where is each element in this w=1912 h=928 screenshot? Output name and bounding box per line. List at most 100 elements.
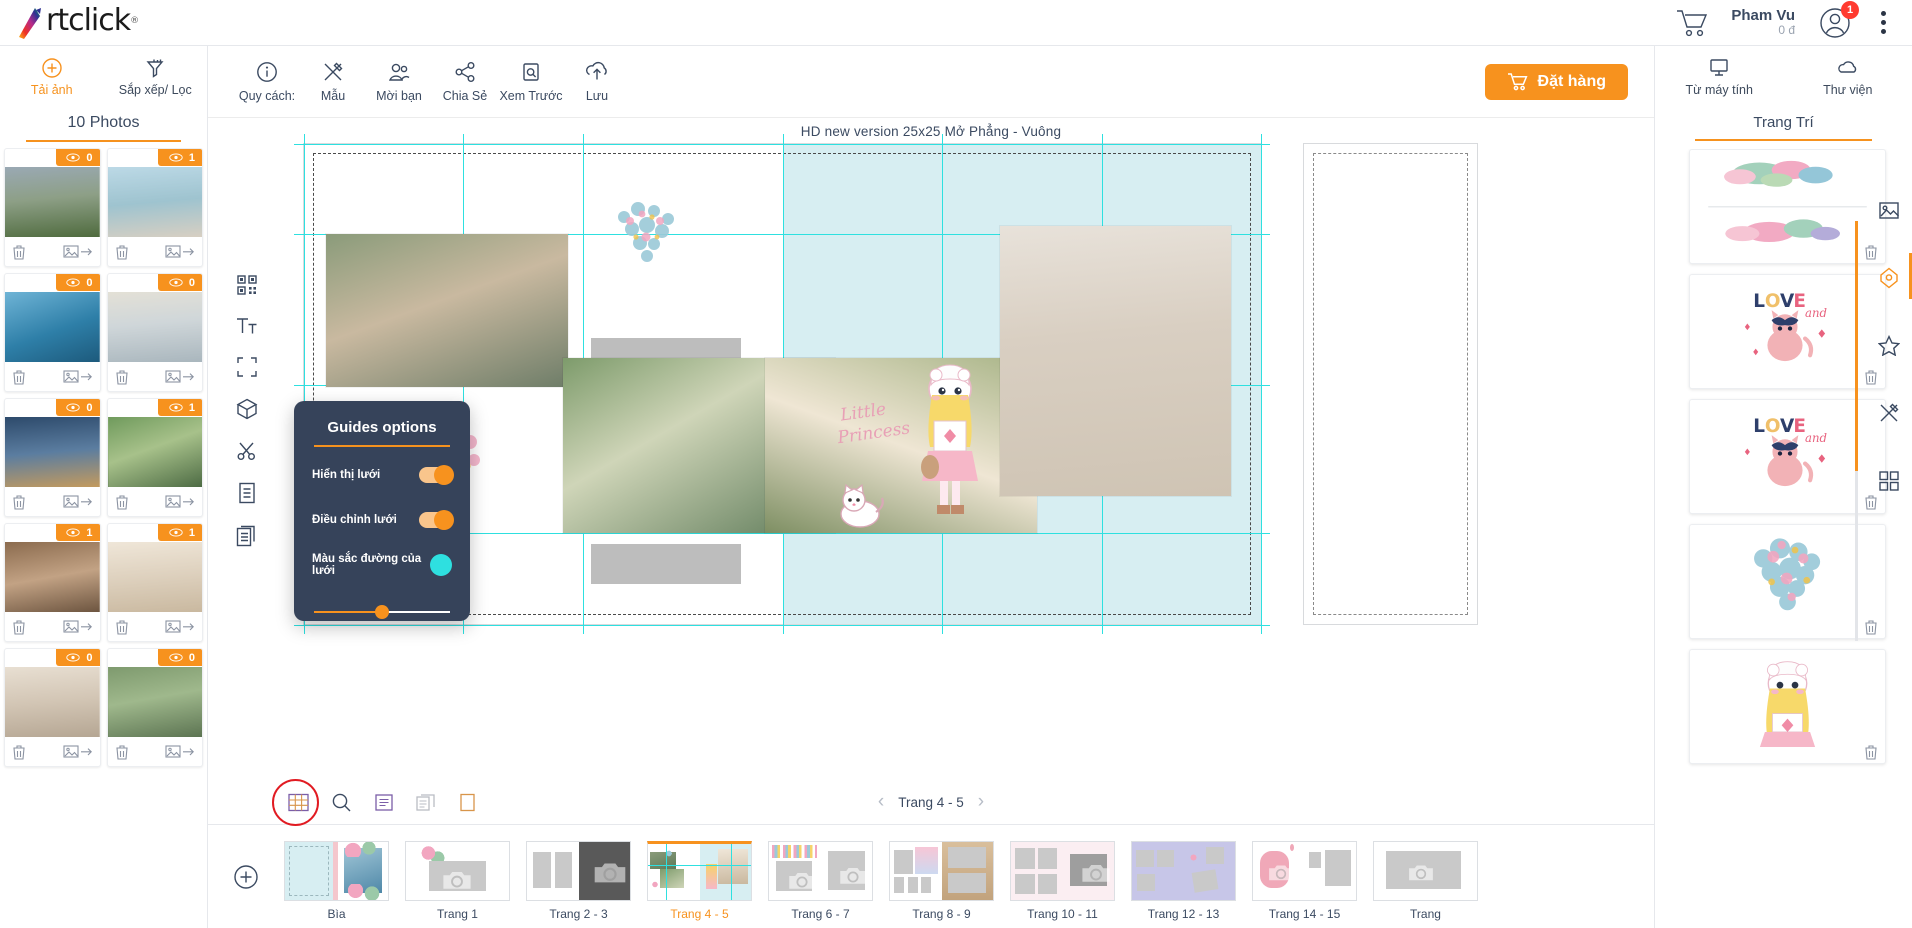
filmstrip-page[interactable]: Trang 6 - 7 [768, 840, 873, 921]
decoration-preview[interactable]: L O V Eand [1696, 405, 1879, 497]
place-photo-button[interactable] [62, 745, 93, 759]
preview-button[interactable]: Xem Trước [498, 60, 564, 103]
place-photo-button[interactable] [62, 370, 93, 384]
delete-photo-button[interactable] [12, 369, 26, 385]
avatar[interactable]: 1 [1817, 0, 1859, 41]
brand-logo[interactable]: rtclick® [0, 5, 139, 40]
photo-card[interactable]: 1 [106, 148, 203, 267]
place-photo-button[interactable] [62, 620, 93, 634]
photo-thumbnail[interactable] [5, 292, 100, 362]
delete-photo-button[interactable] [115, 369, 129, 385]
spread-photo[interactable] [1000, 226, 1231, 496]
photo-thumbnail[interactable] [5, 417, 100, 487]
from-computer-button[interactable]: Từ máy tính [1655, 57, 1784, 97]
guides-options-panel[interactable]: Guides options Hiển thị lưới Điều chỉnh … [294, 401, 470, 621]
photo-thumbnail[interactable] [5, 167, 100, 237]
photo-thumbnail[interactable] [5, 667, 100, 737]
doll-girl-sticker[interactable] [914, 359, 986, 529]
grid-color-swatch[interactable] [430, 553, 452, 576]
filmstrip-thumbnail[interactable] [647, 840, 752, 901]
template-button[interactable]: Mẫu [300, 60, 366, 103]
zoom-icon[interactable] [331, 792, 352, 813]
place-photo-button[interactable] [62, 495, 93, 509]
blank-page-icon[interactable] [459, 792, 476, 813]
canvas-stage[interactable]: Little Princess Guides options Hiển thị … [208, 134, 1654, 826]
spec-button[interactable]: Quy cách: [234, 60, 300, 103]
place-photo-button[interactable] [62, 245, 93, 259]
place-photo-button[interactable] [165, 495, 195, 509]
photo-card[interactable]: 1 [4, 523, 101, 642]
filmstrip-scroller[interactable]: Bìa Trang 1 Trang 2 - 3 Trang 4 - 5 Trang 6 … [284, 833, 1478, 921]
star-category-button[interactable] [1866, 335, 1912, 356]
delete-photo-button[interactable] [12, 744, 26, 760]
user-block[interactable]: Pham Vu 0 đ [1731, 7, 1795, 38]
decoration-preview[interactable] [1696, 655, 1879, 747]
decoration-item[interactable] [1689, 649, 1886, 764]
floral-heart-sticker[interactable] [602, 199, 690, 271]
adjacent-page-preview[interactable] [1303, 143, 1478, 625]
decoration-scrollbar[interactable] [1855, 221, 1858, 641]
save-button[interactable]: Lưu [564, 60, 630, 103]
add-page-button[interactable] [208, 864, 284, 890]
duplicate-icon[interactable] [236, 525, 258, 547]
text-icon[interactable] [236, 316, 258, 336]
sticker-category-button[interactable] [1866, 253, 1912, 299]
scissors-icon[interactable] [237, 441, 257, 461]
show-grid-toggle[interactable] [419, 464, 454, 485]
order-button[interactable]: Đặt hàng [1484, 63, 1628, 100]
decoration-preview[interactable] [1696, 155, 1879, 247]
layout-category-button[interactable] [1866, 470, 1912, 492]
photo-thumbnail[interactable] [107, 292, 202, 362]
photo-thumbnail[interactable] [107, 542, 202, 612]
delete-photo-button[interactable] [12, 244, 26, 260]
filmstrip-thumbnail[interactable] [526, 840, 631, 901]
filmstrip-page[interactable]: Trang 14 - 15 [1252, 840, 1357, 921]
delete-photo-button[interactable] [12, 494, 26, 510]
photo-card[interactable]: 1 [106, 398, 203, 517]
delete-photo-button[interactable] [115, 494, 129, 510]
decoration-preview[interactable] [1696, 530, 1879, 622]
grid-icon[interactable] [288, 792, 309, 813]
filmstrip-thumbnail[interactable] [1373, 840, 1478, 901]
filmstrip-page[interactable]: Bìa [284, 840, 389, 921]
page-icon[interactable] [237, 482, 257, 504]
filmstrip-thumbnail[interactable] [1252, 840, 1357, 901]
place-photo-button[interactable] [165, 745, 195, 759]
invite-friend-button[interactable]: Mời bạn [366, 60, 432, 103]
delete-decoration-button[interactable] [1864, 619, 1878, 635]
place-photo-button[interactable] [165, 245, 195, 259]
filmstrip-page[interactable]: Trang 12 - 13 [1131, 840, 1236, 921]
delete-photo-button[interactable] [115, 744, 129, 760]
spread-page-icon[interactable] [416, 792, 437, 813]
decoration-preview[interactable]: L O V Eand [1696, 280, 1879, 372]
filmstrip-page[interactable]: Trang 10 - 11 [1010, 840, 1115, 921]
filmstrip-page[interactable]: Trang 2 - 3 [526, 840, 631, 921]
delete-photo-button[interactable] [115, 244, 129, 260]
template-category-button[interactable] [1866, 402, 1912, 424]
prev-page-button[interactable]: ‹ [878, 791, 884, 813]
filmstrip-page[interactable]: Trang [1373, 840, 1478, 921]
place-photo-button[interactable] [165, 370, 195, 384]
delete-decoration-button[interactable] [1864, 744, 1878, 760]
slider-knob[interactable] [375, 605, 390, 619]
little-princess-text-sticker[interactable]: Little Princess [830, 389, 920, 460]
photo-card[interactable]: 0 [106, 273, 203, 392]
delete-photo-button[interactable] [12, 619, 26, 635]
filmstrip-page[interactable]: Trang 8 - 9 [889, 840, 994, 921]
filmstrip-thumbnail[interactable] [1131, 840, 1236, 901]
photo-card[interactable]: 0 [4, 648, 101, 767]
photo-card[interactable]: 0 [4, 273, 101, 392]
single-page-icon[interactable] [374, 792, 394, 813]
snap-grid-toggle[interactable] [419, 509, 454, 530]
photo-card[interactable]: 1 [106, 523, 203, 642]
filmstrip-page[interactable]: Trang 1 [405, 840, 510, 921]
sort-filter-button[interactable]: Sắp xếp/ Lọc [104, 57, 208, 97]
qr-code-icon[interactable] [237, 275, 257, 295]
filmstrip-thumbnail[interactable] [1010, 840, 1115, 901]
box-3d-icon[interactable] [236, 398, 258, 420]
crop-icon[interactable] [237, 357, 257, 377]
photo-thumbnail[interactable] [5, 542, 100, 612]
filmstrip-thumbnail[interactable] [889, 840, 994, 901]
place-photo-button[interactable] [165, 620, 195, 634]
kebab-menu-icon[interactable] [1875, 7, 1892, 38]
